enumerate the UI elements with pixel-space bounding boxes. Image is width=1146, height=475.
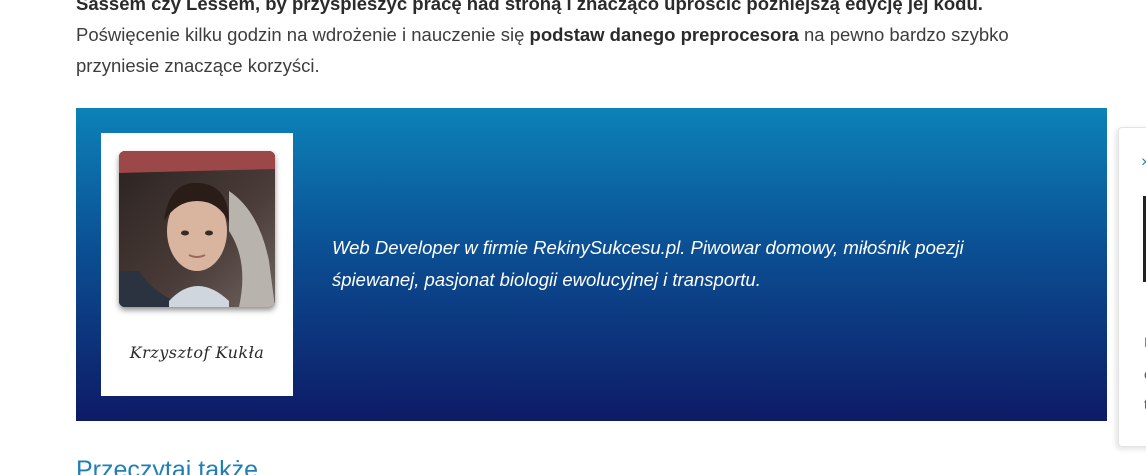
article-line-1: Sassem czy Lessem, by przyspieszyć pracę… xyxy=(76,0,1076,19)
article-line-2-bold: podstaw danego preprocesora xyxy=(529,24,799,45)
author-photo xyxy=(119,151,275,307)
author-bio: Web Developer w firmie RekinySukcesu.pl.… xyxy=(332,232,1052,296)
article-line-2-text: Poświęcenie kilku godzin na wdrożenie i … xyxy=(76,24,530,45)
close-icon[interactable]: × xyxy=(1141,154,1146,172)
author-photo-image xyxy=(119,151,275,307)
page: Sassem czy Lessem, by przyspieszyć pracę… xyxy=(0,0,1146,475)
article-line-2-tail: na pewno bardzo szybko xyxy=(798,24,1009,45)
article-line-3: przyniesie znaczące korzyści. xyxy=(76,55,320,76)
article-line-2: Poświęcenie kilku godzin na wdrożenie i … xyxy=(76,19,1076,50)
article-line-1-bold: Sassem czy Lessem, by przyspieszyć pracę… xyxy=(76,0,983,14)
author-box: Krzysztof Kukła Web Developer w firmie R… xyxy=(76,108,1107,421)
author-bio-line-1: Web Developer w firmie RekinySukcesu.pl.… xyxy=(332,237,964,258)
author-polaroid: Krzysztof Kukła xyxy=(101,133,293,396)
related-heading: Przeczytaj także xyxy=(76,456,259,475)
author-bio-line-2: śpiewanej, pasjonat biologii ewolucyjnej… xyxy=(332,269,761,290)
side-widget[interactable]: × I c t xyxy=(1118,127,1146,447)
article-text: Sassem czy Lessem, by przyspieszyć pracę… xyxy=(76,0,1076,81)
author-signature: Krzysztof Kukła xyxy=(129,343,265,362)
